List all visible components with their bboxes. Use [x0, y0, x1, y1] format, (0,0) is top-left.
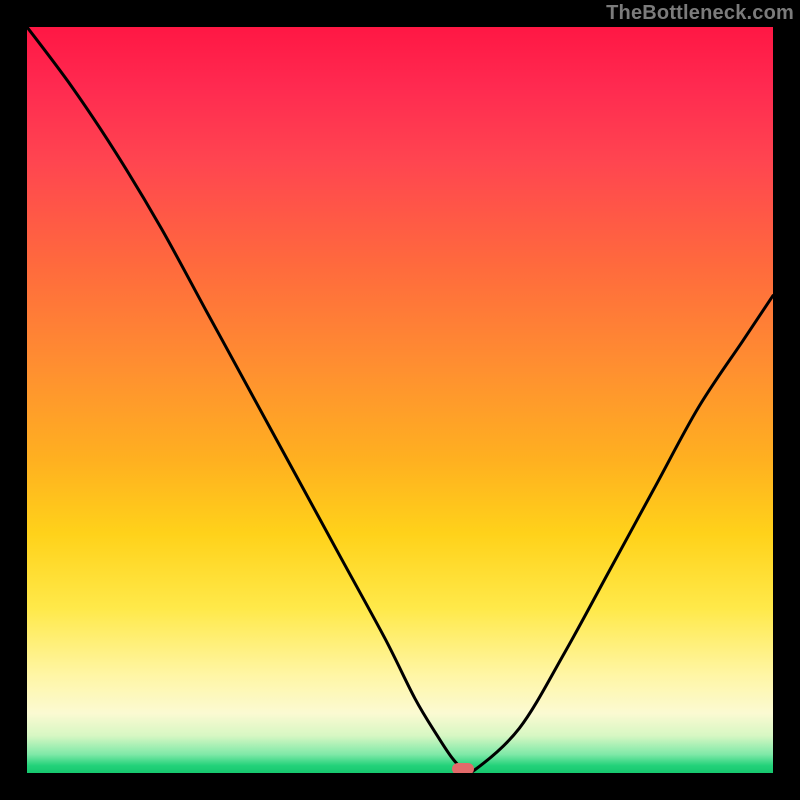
minimum-marker	[452, 763, 474, 773]
bottleneck-curve	[27, 27, 773, 773]
plot-area	[27, 27, 773, 773]
watermark-text: TheBottleneck.com	[606, 2, 794, 25]
chart-frame: TheBottleneck.com	[0, 0, 800, 800]
